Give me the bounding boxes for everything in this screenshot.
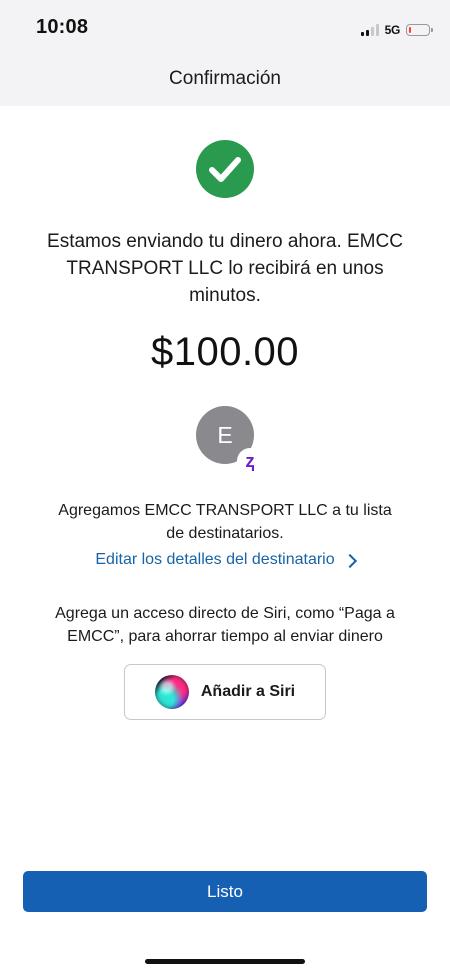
edit-recipient-label[interactable]: Editar los detalles del destinatario <box>95 551 334 569</box>
chevron-right-icon[interactable] <box>342 553 357 568</box>
status-bar: 10:08 5G <box>0 0 450 58</box>
status-indicators: 5G <box>360 20 433 40</box>
add-to-siri-button[interactable]: Añadir a Siri <box>124 664 326 720</box>
network-type: 5G <box>384 23 401 37</box>
avatar-initial: E <box>217 421 233 448</box>
confirmation-message: Estamos enviando tu dinero ahora. EMCC T… <box>47 231 403 306</box>
home-indicator[interactable] <box>145 959 305 964</box>
top-area: 10:08 5G Confirmación <box>0 0 450 106</box>
add-to-siri-label: Añadir a Siri <box>200 683 296 700</box>
amount-sent: $100.00 <box>150 330 300 374</box>
battery-icon <box>406 24 433 36</box>
siri-shortcut-text: Agrega un acceso directo de Siri, como “… <box>55 605 395 645</box>
recipient-added-text: Agregamos EMCC TRANSPORT LLC a tu lista … <box>58 502 392 542</box>
zelle-badge-letter: ⱬ <box>245 450 255 471</box>
done-button[interactable]: Listo <box>23 871 427 912</box>
success-checkmark-icon <box>196 140 254 198</box>
battery-level <box>408 26 411 33</box>
edit-recipient-link[interactable]: Editar los detalles del destinatario <box>0 551 450 569</box>
page-title: Confirmación <box>169 68 281 89</box>
cellular-signal-icon <box>360 24 379 36</box>
status-time: 10:08 <box>36 16 89 38</box>
zelle-logo-icon: ⱬ <box>237 448 263 474</box>
done-button-label: Listo <box>207 881 243 901</box>
siri-icon <box>154 675 189 709</box>
